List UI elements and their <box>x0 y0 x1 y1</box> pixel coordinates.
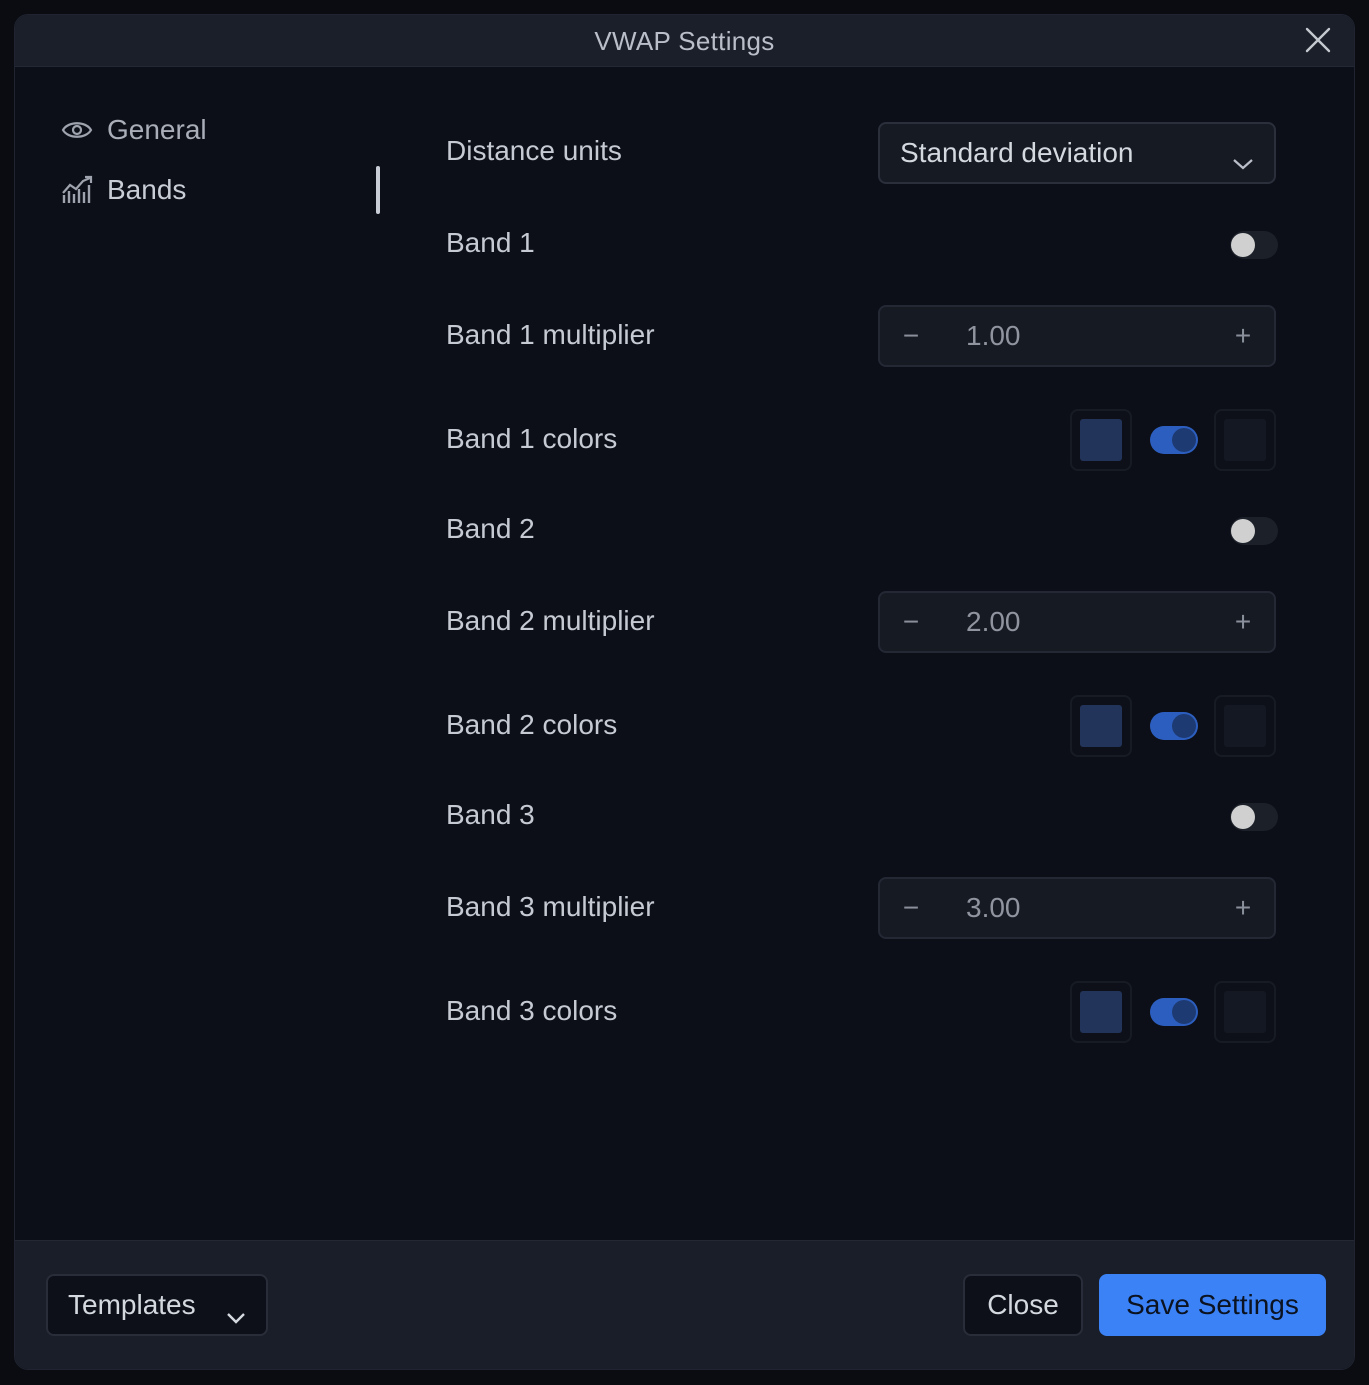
sidebar-item-bands[interactable]: Bands <box>61 170 186 210</box>
distance-units-label: Distance units <box>446 135 622 166</box>
chevron-down-icon <box>1232 146 1254 170</box>
save-settings-button[interactable]: Save Settings <box>1099 1274 1326 1336</box>
band-3-toggle[interactable] <box>1230 803 1278 831</box>
chart-bars-icon <box>61 175 95 205</box>
band-3-color-toggle[interactable] <box>1150 998 1198 1026</box>
minus-icon[interactable]: − <box>880 307 942 365</box>
band-2-color-swatch-a[interactable] <box>1070 695 1132 757</box>
minus-icon[interactable]: − <box>880 879 942 937</box>
sidebar-item-general[interactable]: General <box>61 110 207 150</box>
band-1-multiplier-value: 1.00 <box>966 320 1021 351</box>
plus-icon[interactable]: + <box>1212 593 1274 651</box>
band-1-colors-label: Band 1 colors <box>446 423 618 454</box>
sidebar-item-label: Bands <box>107 174 187 205</box>
dialog-footer: Templates Close Save Settings <box>15 1240 1354 1369</box>
eye-icon <box>61 115 95 145</box>
band-1-color-swatch-b[interactable] <box>1214 409 1276 471</box>
band-1-multiplier-label: Band 1 multiplier <box>446 319 655 350</box>
band-2-color-swatch-b[interactable] <box>1214 695 1276 757</box>
dialog-title: VWAP Settings <box>594 26 775 56</box>
band-2-multiplier-value: 2.00 <box>966 606 1021 637</box>
band-3-color-swatch-b[interactable] <box>1214 981 1276 1043</box>
band-2-multiplier-stepper[interactable]: − 2.00 + <box>878 591 1276 653</box>
band-2-multiplier-label: Band 2 multiplier <box>446 605 655 636</box>
distance-units-value: Standard deviation <box>900 137 1134 168</box>
band-3-color-swatch-a[interactable] <box>1070 981 1132 1043</box>
close-button[interactable]: Close <box>963 1274 1083 1336</box>
band-2-label: Band 2 <box>446 513 535 544</box>
distance-units-select[interactable]: Standard deviation <box>878 122 1276 184</box>
templates-button[interactable]: Templates <box>46 1274 268 1336</box>
band-1-color-toggle[interactable] <box>1150 426 1198 454</box>
band-2-color-toggle[interactable] <box>1150 712 1198 740</box>
minus-icon[interactable]: − <box>880 593 942 651</box>
band-3-multiplier-value: 3.00 <box>966 892 1021 923</box>
band-2-colors-label: Band 2 colors <box>446 709 618 740</box>
close-icon[interactable] <box>1304 26 1332 54</box>
band-2-toggle[interactable] <box>1230 517 1278 545</box>
sidebar-active-indicator <box>376 166 380 214</box>
band-1-multiplier-stepper[interactable]: − 1.00 + <box>878 305 1276 367</box>
band-3-colors-label: Band 3 colors <box>446 995 618 1026</box>
band-1-label: Band 1 <box>446 227 535 258</box>
band-1-toggle[interactable] <box>1230 231 1278 259</box>
dialog-header: VWAP Settings <box>15 15 1354 67</box>
band-1-color-swatch-a[interactable] <box>1070 409 1132 471</box>
plus-icon[interactable]: + <box>1212 879 1274 937</box>
settings-dialog: VWAP Settings General Bands Distance uni… <box>14 14 1355 1370</box>
band-3-label: Band 3 <box>446 799 535 830</box>
band-3-multiplier-label: Band 3 multiplier <box>446 891 655 922</box>
templates-label: Templates <box>68 1289 196 1320</box>
sidebar-item-label: General <box>107 114 207 145</box>
chevron-down-icon <box>226 1299 246 1324</box>
band-3-multiplier-stepper[interactable]: − 3.00 + <box>878 877 1276 939</box>
plus-icon[interactable]: + <box>1212 307 1274 365</box>
